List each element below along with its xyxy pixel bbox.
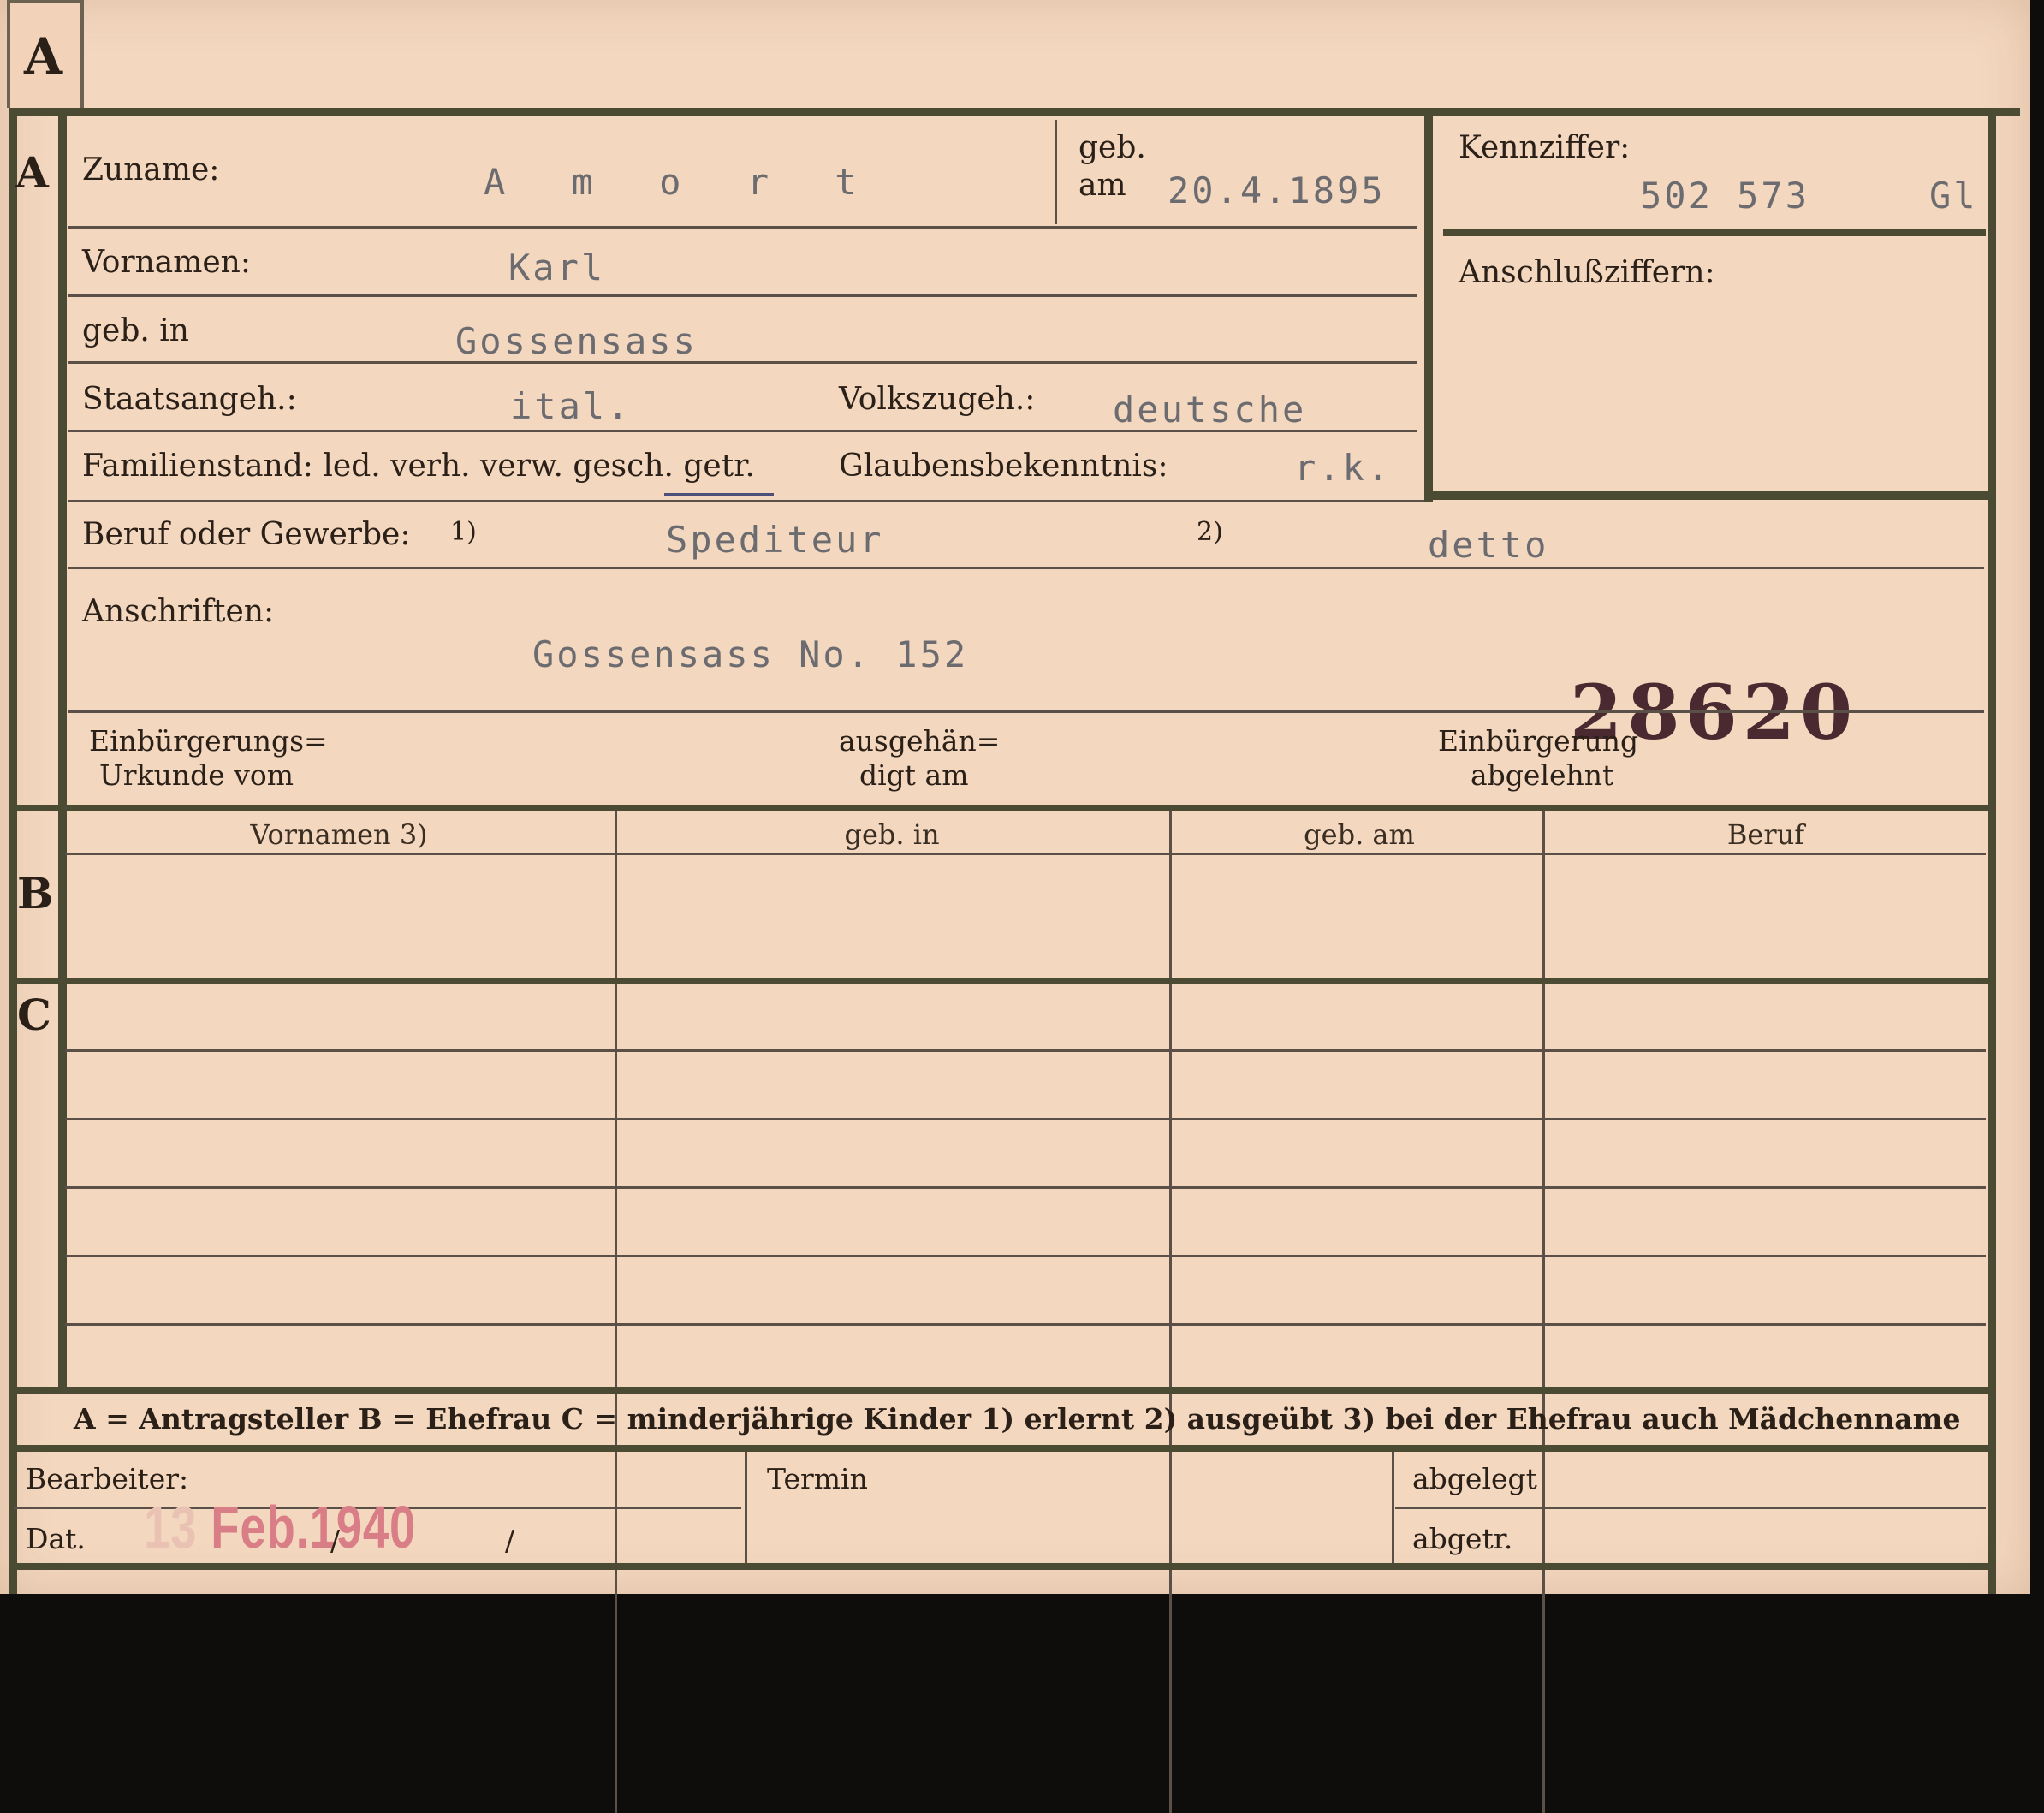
- surname-born-divider: [1055, 120, 1057, 224]
- table-row: [65, 1118, 1986, 1120]
- kennziffer-label: Kennziffer:: [1459, 130, 1631, 165]
- staatsangeh-label: Staatsangeh.:: [82, 382, 297, 417]
- frame-left: [9, 108, 17, 1594]
- section-a-bottom: [9, 805, 1996, 811]
- abgelehnt-label-2: abgelehnt: [1471, 758, 1614, 792]
- kennziffer-value: 502 573: [1640, 175, 1810, 217]
- date-stamp: 13 Feb.1940: [144, 1493, 416, 1561]
- row-line: [68, 500, 1424, 502]
- born-date-value: 20.4.1895: [1168, 169, 1386, 211]
- born-label-am: am: [1078, 168, 1126, 203]
- legend-text: A = Antragsteller B = Ehefrau C = minder…: [74, 1402, 1961, 1436]
- row-line: [68, 430, 1417, 432]
- section-b-bottom: [9, 978, 1996, 984]
- glaubens-label: Glaubensbekenntnis:: [839, 449, 1168, 484]
- vornamen-value: Karl: [508, 247, 606, 288]
- table-b-header-line: [65, 853, 1986, 855]
- kennziffer-box-divider: [1443, 229, 1986, 236]
- dat-slash-1: /: [330, 1524, 341, 1557]
- ausgehaendigt-label-2: digt am: [859, 758, 969, 792]
- anschluss-label: Anschlußziffern:: [1459, 255, 1715, 290]
- footer-divider: [745, 1452, 747, 1563]
- ausgehaendigt-label-1: ausgehän=: [839, 724, 1001, 758]
- kennziffer-box-bottom: [1424, 491, 1989, 500]
- section-column-divider: [58, 108, 67, 1392]
- familienstand-label: Familienstand: led. verh. verw. gesch. g…: [82, 449, 755, 484]
- abgelegt-label: abgelegt: [1412, 1462, 1537, 1495]
- kennziffer-suffix: Gl: [1929, 175, 1978, 217]
- row-line: [68, 226, 1417, 229]
- col-head-geb-in: geb. in: [844, 818, 940, 851]
- beruf-note-1: 1): [450, 517, 477, 547]
- section-c-bottom: [9, 1387, 1996, 1394]
- footer-line: [1395, 1507, 1986, 1509]
- beruf-value-2: detto: [1428, 524, 1549, 566]
- date-stamp-month-year: Feb.1940: [211, 1494, 417, 1560]
- table-col-divider: [615, 811, 617, 1813]
- date-stamp-day: 13: [144, 1494, 198, 1560]
- table-row: [65, 1255, 1986, 1257]
- index-tab: A: [7, 0, 84, 108]
- col-head-beruf: Beruf: [1726, 818, 1805, 851]
- anschriften-label: Anschriften:: [82, 594, 275, 629]
- beruf-note-2: 2): [1197, 517, 1223, 547]
- anschriften-value: Gossensass No. 152: [532, 633, 969, 675]
- geb-in-value: Gossensass: [455, 320, 698, 362]
- table-row: [65, 1186, 1986, 1189]
- geb-in-label: geb. in: [82, 313, 189, 348]
- einbuergerung-label-2: Urkunde vom: [99, 758, 294, 792]
- registration-card: A A B C Zuname: A m o r t geb. am 20.4.1…: [0, 0, 2030, 1813]
- table-col-divider: [1169, 811, 1172, 1813]
- row-line: [68, 361, 1417, 364]
- volkszugeh-value: deutsche: [1113, 389, 1307, 431]
- termin-label: Termin: [767, 1462, 868, 1495]
- legend-bottom: [9, 1445, 1996, 1452]
- surname-label: Zuname:: [82, 152, 220, 187]
- frame-right: [1988, 108, 1996, 1594]
- surname-value: A m o r t: [484, 161, 879, 203]
- frame-bottom: [9, 1563, 1996, 1570]
- dat-slash-2: /: [505, 1524, 515, 1557]
- table-col-divider: [1542, 811, 1545, 1813]
- section-label-a: A: [15, 147, 49, 198]
- einbuergerung-label-1: Einbürgerungs=: [89, 724, 328, 758]
- kennziffer-box-left: [1424, 116, 1433, 502]
- glaubens-value: r.k.: [1294, 447, 1392, 489]
- col-head-geb-am: geb. am: [1304, 818, 1415, 851]
- row-line: [68, 567, 1984, 569]
- section-label-c: C: [17, 990, 51, 1040]
- row-line: [68, 294, 1417, 297]
- born-label-geb: geb.: [1078, 130, 1146, 165]
- row-line: [68, 710, 1984, 713]
- table-row: [65, 1323, 1986, 1326]
- footer-divider: [1392, 1452, 1394, 1563]
- volkszugeh-label: Volkszugeh.:: [839, 382, 1036, 417]
- vornamen-label: Vornamen:: [82, 245, 251, 280]
- abgelehnt-label-1: Einbürgerung: [1438, 724, 1639, 758]
- table-row: [65, 1049, 1986, 1052]
- dat-label: Dat.: [26, 1522, 86, 1555]
- section-label-b: B: [17, 868, 54, 918]
- familienstand-underline: [664, 493, 774, 496]
- abgetr-label: abgetr.: [1412, 1522, 1513, 1555]
- beruf-value-1: Spediteur: [666, 519, 884, 561]
- col-head-vornamen: Vornamen 3): [250, 818, 428, 851]
- tab-letter: A: [24, 27, 63, 86]
- staatsangeh-value: ital.: [510, 385, 632, 427]
- frame-top: [9, 108, 2020, 116]
- bearbeiter-label: Bearbeiter:: [26, 1462, 189, 1495]
- beruf-label: Beruf oder Gewerbe:: [82, 517, 411, 552]
